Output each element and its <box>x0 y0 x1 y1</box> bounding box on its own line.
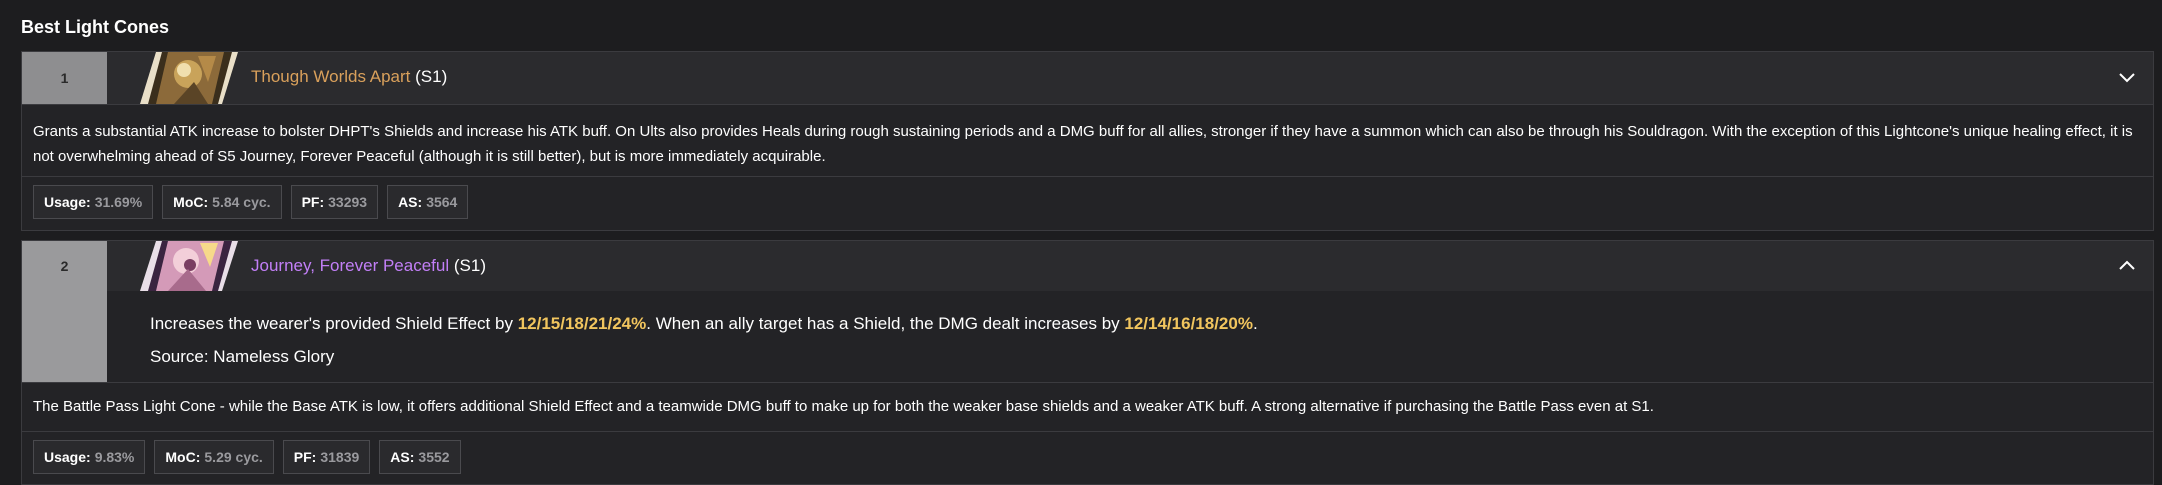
light-cone-effect-panel: Increases the wearer's provided Shield E… <box>107 291 2153 382</box>
light-cone-card: Journey, Forever Peaceful (S1) 2 Increas… <box>21 240 2154 485</box>
rank-badge: 2 <box>22 241 107 382</box>
stat-usage: Usage: 31.69% <box>33 185 154 219</box>
stat-as: AS: 3552 <box>379 440 461 474</box>
chevron-down-icon[interactable] <box>2117 67 2137 87</box>
chevron-up-icon[interactable] <box>2117 256 2137 276</box>
stats-row: Usage: 31.69% MoC: 5.84 cyc. PF: 33293 AS: 3… <box>33 185 469 219</box>
rank-badge: 1 <box>22 52 107 104</box>
light-cone-image <box>138 241 248 291</box>
light-cone-name[interactable]: Though Worlds Apart (S1) <box>251 67 447 87</box>
stat-as: AS: 3564 <box>387 185 469 219</box>
light-cone-card: 1 Though Worlds Apart (S1) Grants a subs… <box>21 51 2154 231</box>
light-cone-source: Source: Nameless Glory <box>150 347 335 366</box>
stat-usage: Usage: 9.83% <box>33 440 146 474</box>
light-cone-header[interactable]: Journey, Forever Peaceful (S1) <box>22 241 2153 291</box>
stat-pf: PF: 31839 <box>282 440 371 474</box>
light-cone-description: The Battle Pass Light Cone - while the B… <box>22 382 2153 432</box>
stat-moc: MoC: 5.29 cyc. <box>154 440 274 474</box>
light-cone-description: Grants a substantial ATK increase to bol… <box>22 104 2153 177</box>
section-title: Best Light Cones <box>21 17 170 37</box>
light-cone-header[interactable]: 1 Though Worlds Apart (S1) <box>22 52 2153 104</box>
stat-moc: MoC: 5.84 cyc. <box>162 185 282 219</box>
stat-pf: PF: 33293 <box>290 185 379 219</box>
stats-row: Usage: 9.83% MoC: 5.29 cyc. PF: 31839 AS: 35… <box>33 440 461 474</box>
light-cone-image <box>138 52 248 104</box>
light-cone-name[interactable]: Journey, Forever Peaceful (S1) <box>251 256 486 276</box>
light-cone-effect: Increases the wearer's provided Shield E… <box>150 314 1258 333</box>
